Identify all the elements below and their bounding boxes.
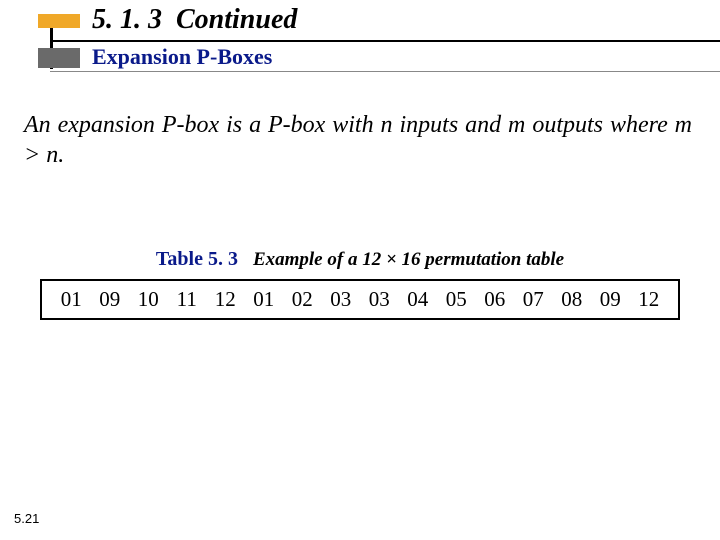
- page-number: 5.21: [14, 511, 39, 526]
- table-cell: 02: [283, 287, 322, 312]
- subtitle-text: Expansion P-Boxes: [92, 44, 272, 70]
- table-cell: 07: [514, 287, 553, 312]
- permutation-table: 01 09 10 11 12 01 02 03 03 04 05 06 07 0…: [40, 279, 680, 320]
- body-paragraph: An expansion P-box is a P-box with n inp…: [24, 110, 692, 170]
- slide-header: 5. 1. 3 Continued Expansion P-Boxes: [0, 0, 720, 80]
- table-cell: 11: [168, 287, 207, 312]
- table-cell: 10: [129, 287, 168, 312]
- permutation-table-wrap: 01 09 10 11 12 01 02 03 03 04 05 06 07 0…: [40, 279, 680, 320]
- table-cell: 09: [591, 287, 630, 312]
- table-cell: 01: [52, 287, 91, 312]
- table-cell: 06: [476, 287, 515, 312]
- table-cell: 03: [322, 287, 361, 312]
- table-cell: 05: [437, 287, 476, 312]
- table-label: Table 5. 3: [156, 248, 238, 270]
- subtitle-line: Expansion P-Boxes: [0, 44, 720, 80]
- table-cell: 03: [360, 287, 399, 312]
- accent-box-gray: [38, 48, 80, 68]
- table-cell: 08: [553, 287, 592, 312]
- table-cell: 12: [206, 287, 245, 312]
- section-continued: Continued: [176, 4, 297, 36]
- table-cell: 09: [91, 287, 130, 312]
- table-cell: 04: [399, 287, 438, 312]
- title-line: 5. 1. 3 Continued: [0, 8, 720, 44]
- table-cell: 01: [245, 287, 284, 312]
- accent-box-orange: [38, 14, 80, 28]
- horizontal-rule-sub: [50, 71, 720, 72]
- horizontal-rule-top: [50, 40, 720, 42]
- table-cell: 12: [630, 287, 669, 312]
- table-description: Example of a 12 × 16 permutation table: [253, 249, 564, 270]
- section-number: 5. 1. 3: [92, 4, 162, 36]
- table-caption: Table 5. 3 Example of a 12 × 16 permutat…: [0, 248, 720, 271]
